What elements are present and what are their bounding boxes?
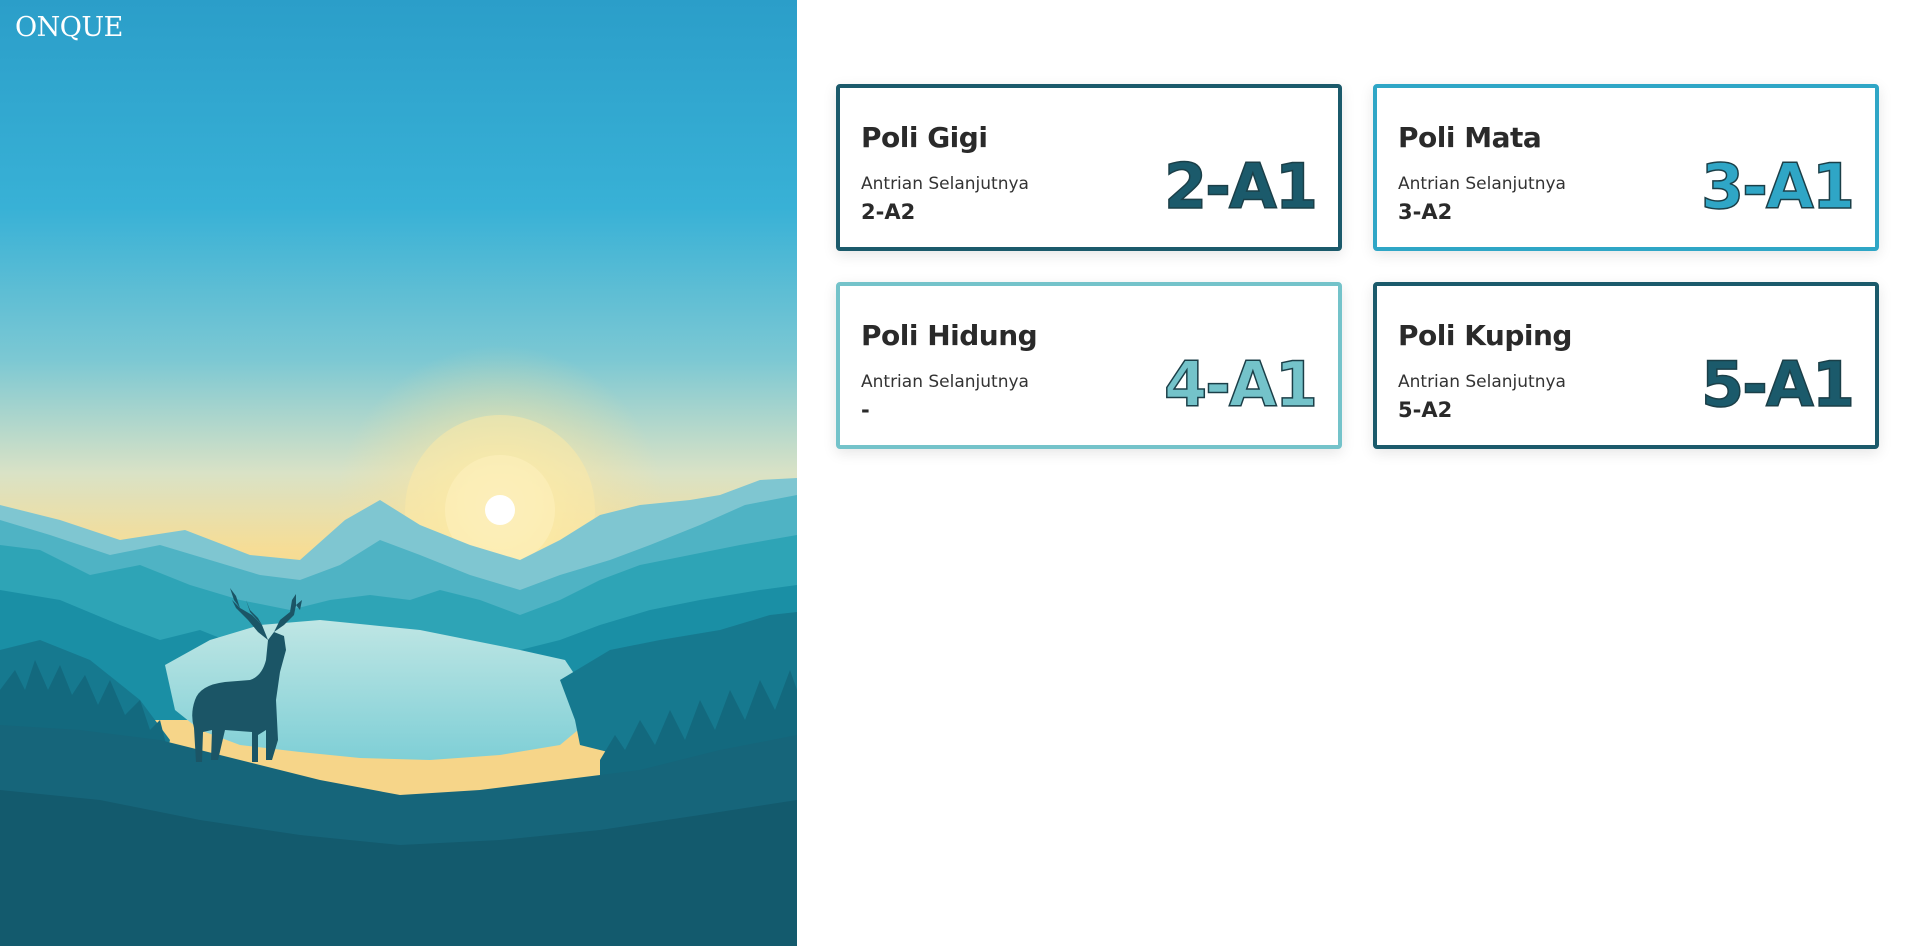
card-title: Poli Mata (1398, 121, 1542, 154)
next-queue-label: Antrian Selanjutnya (1398, 372, 1566, 392)
card-title: Poli Gigi (861, 121, 988, 154)
brand-logo: ONQUE (15, 12, 123, 43)
card-title: Poli Kuping (1398, 319, 1572, 352)
queue-card-grid: Poli Gigi Antrian Selanjutnya 2-A2 2-A1 … (836, 84, 1879, 449)
current-queue-number: 4-A1 (1163, 348, 1319, 421)
queue-card-poli-hidung: Poli Hidung Antrian Selanjutnya - 4-A1 (836, 282, 1342, 449)
next-queue-label: Antrian Selanjutnya (861, 174, 1029, 194)
next-queue-label: Antrian Selanjutnya (1398, 174, 1566, 194)
next-queue-number: - (861, 398, 870, 422)
next-queue-number: 5-A2 (1398, 398, 1453, 422)
landscape-illustration: ONQUE (0, 0, 797, 946)
queue-card-poli-kuping: Poli Kuping Antrian Selanjutnya 5-A2 5-A… (1373, 282, 1879, 449)
next-queue-number: 2-A2 (861, 200, 916, 224)
deer-landscape-image (0, 0, 797, 946)
next-queue-label: Antrian Selanjutnya (861, 372, 1029, 392)
queue-card-poli-mata: Poli Mata Antrian Selanjutnya 3-A2 3-A1 (1373, 84, 1879, 251)
queue-card-poli-gigi: Poli Gigi Antrian Selanjutnya 2-A2 2-A1 (836, 84, 1342, 251)
card-title: Poli Hidung (861, 319, 1038, 352)
current-queue-number: 2-A1 (1163, 150, 1319, 223)
app: ONQUE Poli Gigi Antrian Selanjutnya 2-A2… (0, 0, 1913, 946)
next-queue-number: 3-A2 (1398, 200, 1453, 224)
current-queue-number: 3-A1 (1700, 150, 1856, 223)
current-queue-number: 5-A1 (1700, 348, 1856, 421)
